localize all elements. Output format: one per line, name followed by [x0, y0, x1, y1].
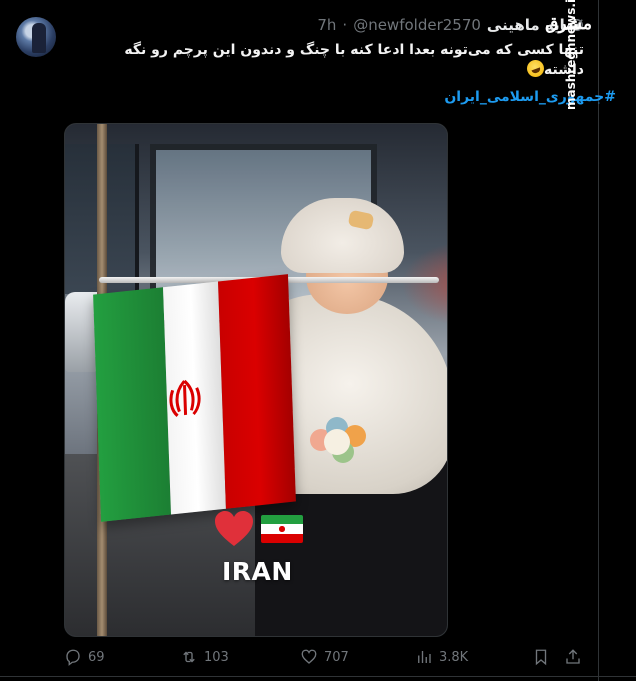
tweet-media-photo[interactable]: IRAN [64, 123, 448, 637]
like-count: 707 [324, 649, 349, 665]
mini-flag-green [261, 515, 303, 525]
repost-button[interactable]: 103 [180, 644, 229, 670]
reply-count: 69 [88, 649, 105, 665]
mini-flag-emblem [279, 526, 285, 532]
watermark-site-text: mashreghnews.ir [564, 0, 578, 110]
repost-count: 103 [204, 649, 229, 665]
avatar[interactable] [16, 17, 56, 57]
watermark-logo: مشرق mashreghnews.ir [545, 0, 596, 122]
divider [0, 676, 636, 677]
emoji-overlay [213, 509, 303, 549]
tweet-header: سایه ماهینی @newfolder2570 · 7h [317, 14, 580, 36]
photo-iran-flag [93, 274, 296, 522]
views-button[interactable]: 3.8K [415, 644, 468, 670]
heart-emoji-icon [215, 511, 253, 546]
bookmark-icon [535, 649, 547, 666]
view-count: 3.8K [439, 649, 469, 665]
bookmark-button[interactable] [532, 644, 550, 670]
flag-emblem-icon [169, 379, 201, 417]
reply-button[interactable]: 69 [64, 644, 105, 670]
flag-stripe-red [217, 274, 296, 509]
heart-icon [301, 649, 317, 664]
photo-caption: IRAN [222, 557, 293, 586]
photo-flower-toy [310, 417, 376, 469]
like-button[interactable]: 707 [300, 644, 349, 670]
repost-icon [183, 651, 195, 663]
handle[interactable]: @newfolder2570 [353, 16, 481, 34]
share-icon [566, 649, 580, 664]
tweet-actions: 69 103 707 3.8K [64, 644, 584, 670]
share-button[interactable] [564, 644, 582, 670]
tweet-text: تنها کسی که می‌تونه بعدا ادعا کنه با چنگ… [104, 40, 584, 80]
iran-flag-emoji-icon [261, 515, 303, 543]
tweet-text-body: تنها کسی که می‌تونه بعدا ادعا کنه با چنگ… [124, 42, 584, 78]
flag-stripe-green [93, 287, 172, 522]
reply-icon [66, 649, 80, 666]
separator: · [342, 16, 348, 34]
views-chart-icon [418, 651, 431, 663]
mini-flag-red [261, 533, 303, 543]
timestamp[interactable]: 7h [317, 16, 336, 34]
